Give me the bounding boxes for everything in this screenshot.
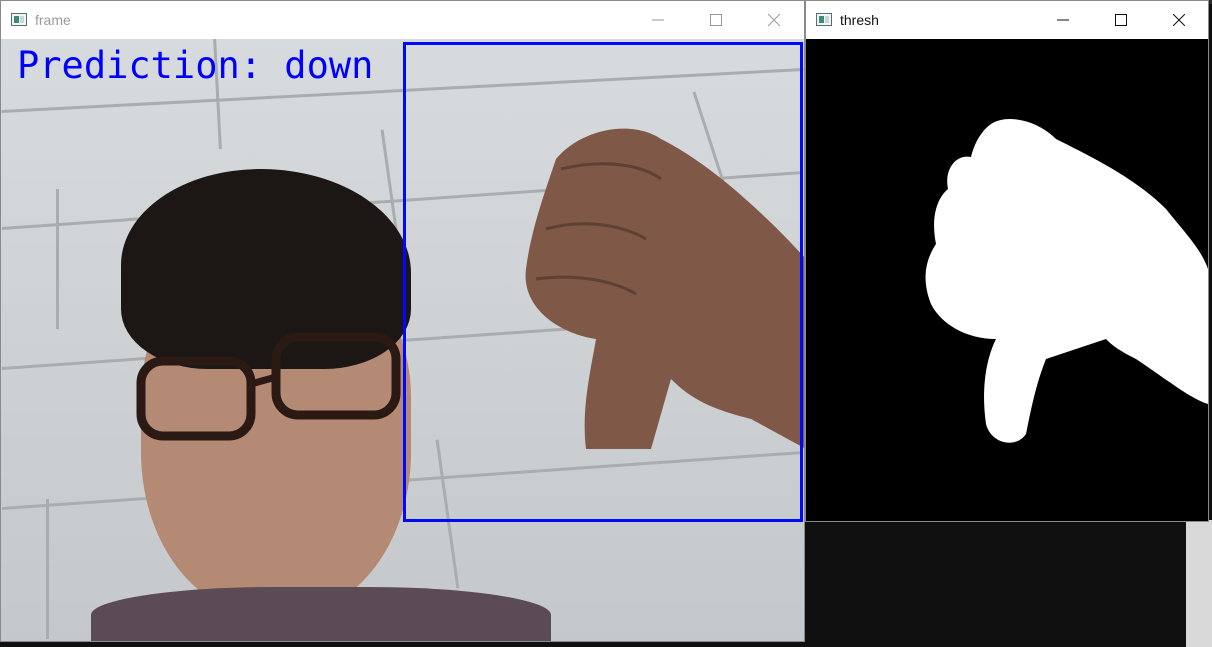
close-button[interactable] — [1150, 1, 1208, 39]
maximize-button[interactable] — [1092, 1, 1150, 39]
eyeglasses — [136, 332, 401, 441]
frame-window: frame Prediction: down — [0, 0, 805, 642]
minimize-button[interactable] — [1034, 1, 1092, 39]
prediction-label: Prediction: down — [17, 44, 374, 87]
hand-mask-silhouette — [925, 119, 1208, 443]
window-title: thresh — [840, 12, 879, 28]
window-title: frame — [35, 12, 71, 28]
thresh-window: thresh — [805, 0, 1209, 522]
close-icon — [1173, 14, 1185, 26]
maximize-icon — [710, 14, 722, 26]
threshold-mask-view — [806, 39, 1208, 521]
maximize-icon — [1115, 14, 1127, 26]
camera-frame-view: Prediction: down — [1, 39, 804, 641]
close-icon — [768, 14, 780, 26]
minimize-button[interactable] — [629, 1, 687, 39]
app-icon — [816, 13, 832, 26]
minimize-icon — [1057, 19, 1069, 21]
frame-titlebar[interactable]: frame — [1, 1, 804, 39]
background-window-edge — [1186, 520, 1212, 647]
close-button[interactable] — [745, 1, 803, 39]
minimize-icon — [652, 19, 664, 21]
maximize-button[interactable] — [687, 1, 745, 39]
app-icon — [11, 13, 27, 26]
roi-bounding-box — [403, 42, 803, 522]
person-shirt — [91, 587, 551, 641]
thresh-titlebar[interactable]: thresh — [806, 1, 1208, 39]
